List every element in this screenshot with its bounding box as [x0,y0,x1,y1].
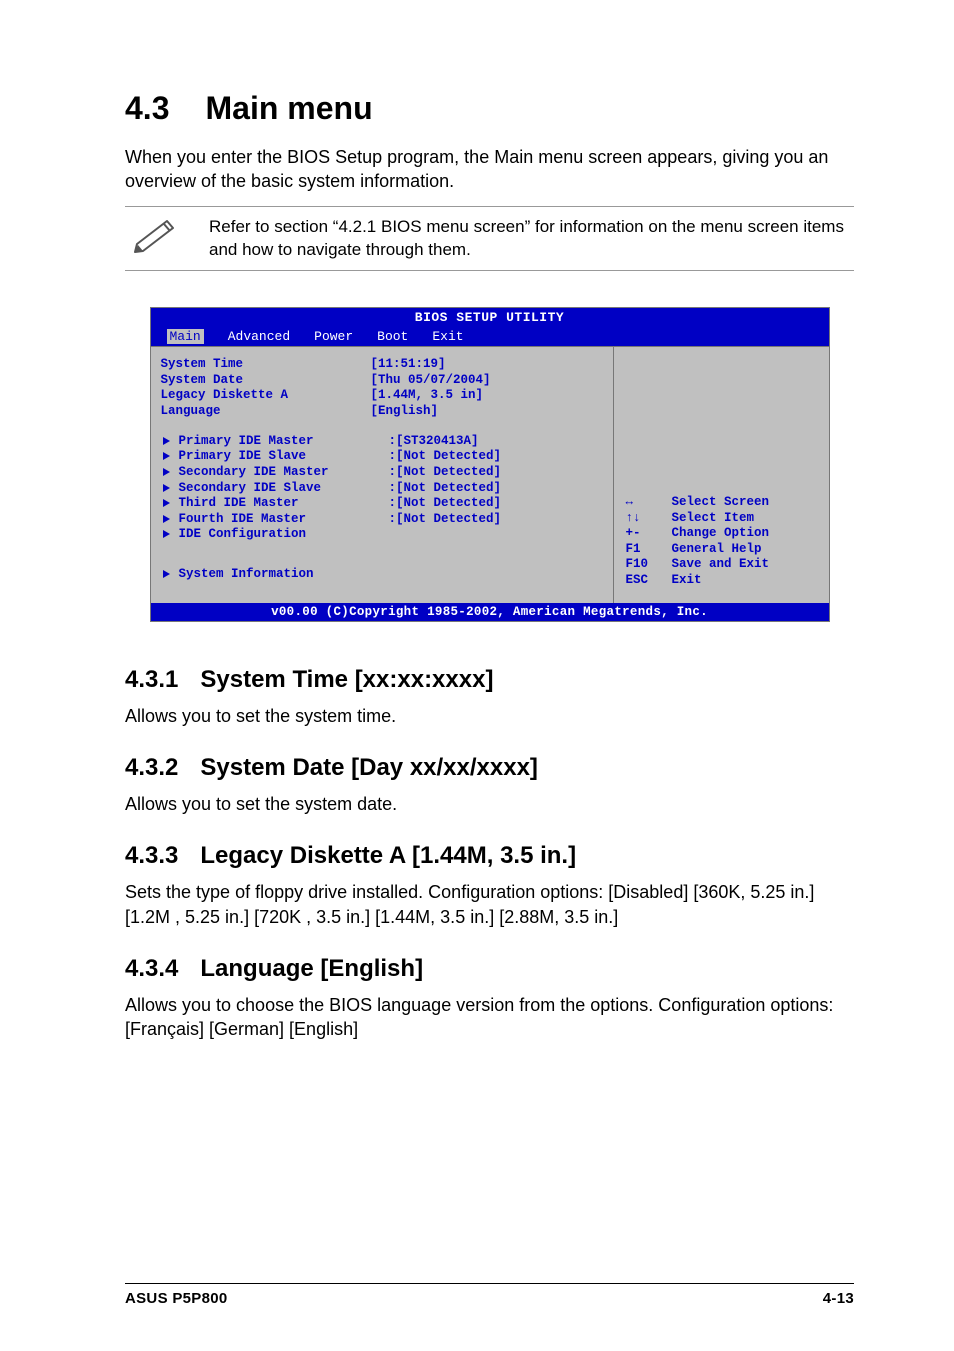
triangle-right-icon [163,530,170,538]
bios-submenu[interactable]: Fourth IDE Master:[Not Detected] [161,512,603,528]
bios-tab-advanced[interactable]: Advanced [228,329,290,344]
subsection-heading: 4.3.4Language [English] [125,955,854,983]
pencil-note-icon [133,217,179,253]
triangle-right-icon [163,484,170,492]
triangle-right-icon [163,468,170,476]
bios-item-value[interactable]: [English] [371,404,439,420]
bios-submenu[interactable]: Primary IDE Master:[ST320413A] [161,434,603,450]
bios-submenu[interactable]: System Information [161,567,603,583]
bios-menubar: Main Advanced Power Boot Exit [151,327,829,346]
triangle-right-icon [163,499,170,507]
section-heading: 4.3 Main menu [125,90,854,127]
bios-help-row: ↔Select Screen [626,495,817,511]
triangle-right-icon [163,515,170,523]
subsection-body: Allows you to set the system time. [125,704,854,728]
bios-help-row: F1General Help [626,542,817,558]
section-title-text: Main menu [205,90,372,126]
bios-title: BIOS SETUP UTILITY [151,308,829,327]
subsection-heading: 4.3.3Legacy Diskette A [1.44M, 3.5 in.] [125,842,854,870]
bios-tab-exit[interactable]: Exit [432,329,463,344]
subsection-body: Allows you to set the system date. [125,792,854,816]
bios-tab-power[interactable]: Power [314,329,353,344]
bios-left-pane: System Time[11:51:19] System Date[Thu 05… [151,347,614,603]
bios-right-pane: ↔Select Screen ↑↓Select Item +-Change Op… [614,347,829,603]
bios-body: System Time[11:51:19] System Date[Thu 05… [151,346,829,603]
bios-item-value[interactable]: [Thu 05/07/2004] [371,373,491,389]
subsection-heading: 4.3.2System Date [Day xx/xx/xxxx] [125,754,854,782]
bios-footer: v00.00 (C)Copyright 1985-2002, American … [151,603,829,621]
subsection-heading: 4.3.1System Time [xx:xx:xxxx] [125,666,854,694]
footer-left: ASUS P5P800 [125,1290,228,1307]
bios-tab-boot[interactable]: Boot [377,329,408,344]
intro-paragraph: When you enter the BIOS Setup program, t… [125,145,854,194]
bios-item-value[interactable]: [11:51:19] [371,357,446,373]
bios-help-row: ESCExit [626,573,817,589]
bios-item-label: Language [161,404,371,420]
bios-submenu[interactable]: Secondary IDE Master:[Not Detected] [161,465,603,481]
note-block: Refer to section “4.2.1 BIOS menu screen… [125,206,854,272]
subsection-body: Sets the type of floppy drive installed.… [125,880,854,929]
bios-tab-main[interactable]: Main [167,329,204,344]
subsection-body: Allows you to choose the BIOS language v… [125,993,854,1042]
bios-help-row: +-Change Option [626,526,817,542]
bios-screenshot: BIOS SETUP UTILITY Main Advanced Power B… [150,307,830,622]
page-footer: ASUS P5P800 4-13 [125,1283,854,1307]
bios-help-row: F10Save and Exit [626,557,817,573]
footer-right: 4-13 [823,1290,854,1307]
bios-item-value[interactable]: [1.44M, 3.5 in] [371,388,484,404]
bios-submenu[interactable]: IDE Configuration [161,527,603,543]
note-text: Refer to section “4.2.1 BIOS menu screen… [209,215,854,263]
bios-item-label: System Date [161,373,371,389]
section-number: 4.3 [125,90,169,126]
bios-submenu[interactable]: Third IDE Master:[Not Detected] [161,496,603,512]
bios-item-label: Legacy Diskette A [161,388,371,404]
triangle-right-icon [163,437,170,445]
bios-help-row: ↑↓Select Item [626,511,817,527]
triangle-right-icon [163,570,170,578]
bios-submenu[interactable]: Primary IDE Slave:[Not Detected] [161,449,603,465]
bios-item-label: System Time [161,357,371,373]
bios-submenu[interactable]: Secondary IDE Slave:[Not Detected] [161,481,603,497]
triangle-right-icon [163,452,170,460]
